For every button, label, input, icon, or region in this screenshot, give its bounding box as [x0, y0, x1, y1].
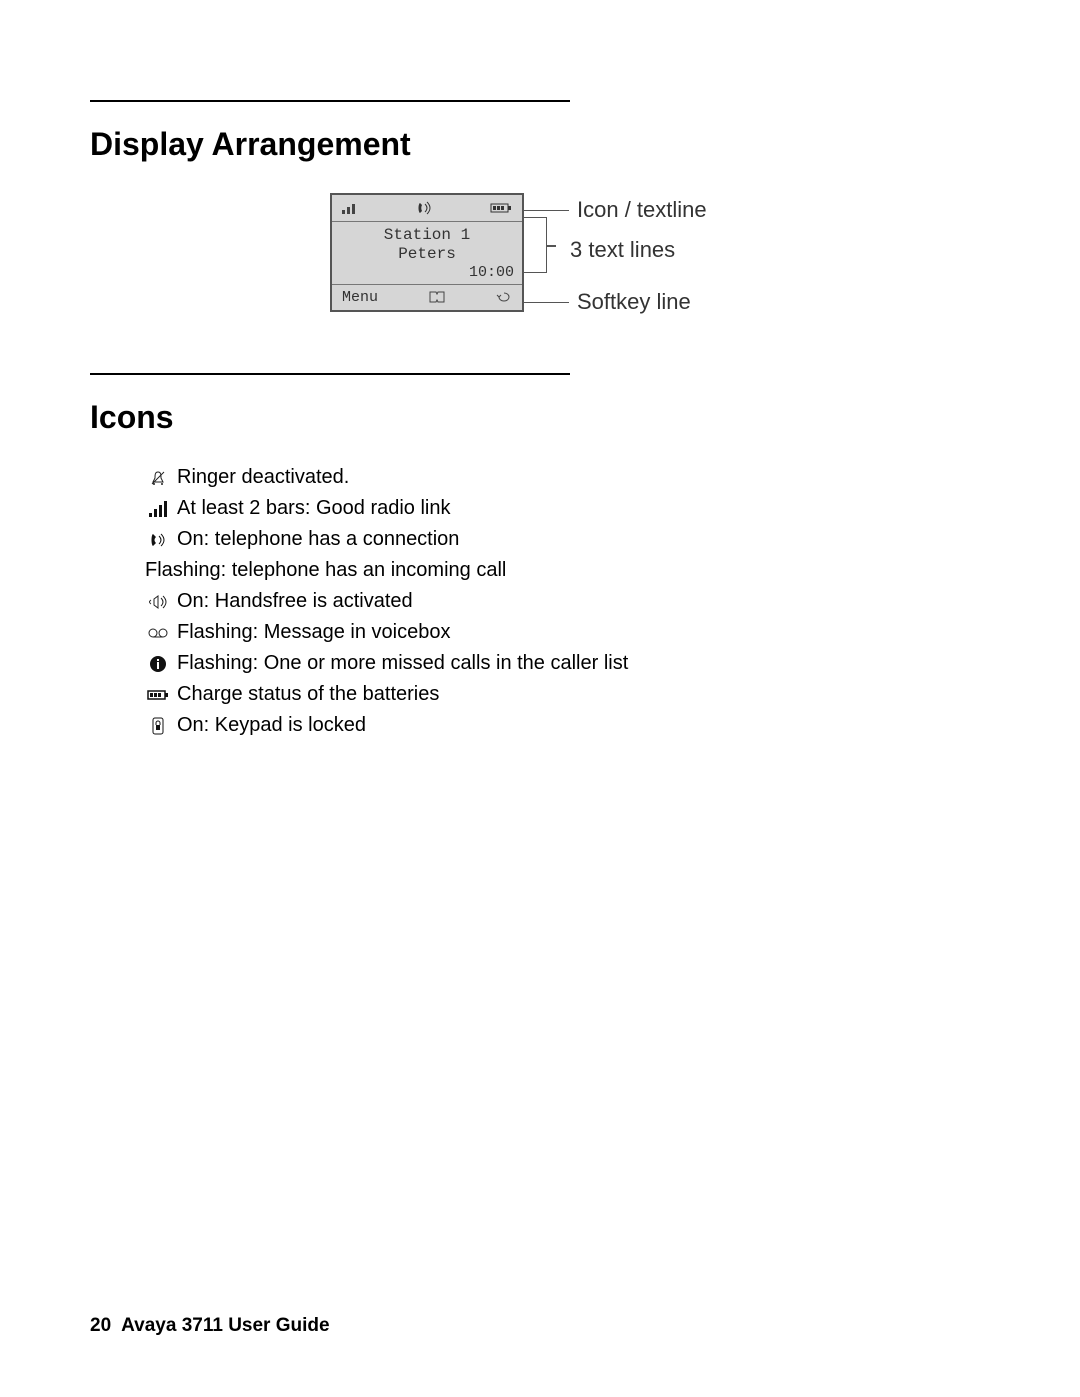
signal-bars-icon: [145, 498, 171, 519]
book-icon: [429, 289, 445, 306]
lcd-text-area: Station 1 Peters 10:00: [332, 222, 522, 285]
callout-iconline-label: Icon / textline: [577, 197, 707, 223]
footer-title: Avaya 3711 User Guide: [121, 1315, 329, 1336]
icon-desc-handsfree: On: Handsfree is activated: [177, 590, 413, 613]
battery-status-icon: [145, 684, 171, 705]
callout-textlines-label: 3 text lines: [570, 237, 675, 263]
lcd-screen: Station 1 Peters 10:00 Menu: [330, 193, 524, 312]
icon-row-lock: On: Keypad is locked: [145, 714, 990, 737]
callout-softkey: Softkey line: [524, 289, 691, 315]
icon-desc-signal: At least 2 bars: Good radio link: [177, 497, 450, 520]
icon-desc-flashing-call: Flashing: telephone has an incoming call: [145, 559, 506, 582]
callout-textlines: 3 text lines: [556, 237, 675, 263]
lcd-softkey-row: Menu: [332, 285, 522, 310]
softkey-menu: Menu: [342, 289, 378, 306]
icon-row-ringer: Ringer deactivated.: [145, 466, 990, 489]
battery-icon: [490, 199, 512, 217]
icon-desc-battery: Charge status of the batteries: [177, 683, 439, 706]
lcd-line2: Peters: [332, 245, 522, 264]
icons-list: Ringer deactivated. At least 2 bars: Goo…: [145, 466, 990, 737]
info-icon: [145, 653, 171, 674]
lcd-line1: Station 1: [332, 226, 522, 245]
display-arrangement-figure: Station 1 Peters 10:00 Menu Icon / textl…: [330, 193, 990, 313]
icon-row-flashing-call: Flashing: telephone has an incoming call: [145, 559, 990, 582]
callout-iconline: Icon / textline: [524, 197, 707, 223]
heading-icons: Icons: [90, 399, 990, 436]
icon-row-voicebox: Flashing: Message in voicebox: [145, 621, 990, 644]
icon-desc-lock: On: Keypad is locked: [177, 714, 366, 737]
icon-desc-handset: On: telephone has a connection: [177, 528, 459, 551]
icon-desc-voicebox: Flashing: Message in voicebox: [177, 621, 450, 644]
voicemail-icon: [145, 622, 171, 643]
icon-row-handsfree: On: Handsfree is activated: [145, 590, 990, 613]
speaker-icon: [145, 591, 171, 612]
handset-waves-icon: [145, 529, 171, 550]
callout-softkey-label: Softkey line: [577, 289, 691, 315]
handset-icon: [415, 199, 433, 217]
lcd-time: 10:00: [469, 263, 514, 282]
redial-icon: [496, 289, 512, 306]
section-rule: [90, 100, 570, 102]
icon-row-missed: Flashing: One or more missed calls in th…: [145, 652, 990, 675]
icon-row-battery: Charge status of the batteries: [145, 683, 990, 706]
icon-row-handset: On: telephone has a connection: [145, 528, 990, 551]
section-rule: [90, 373, 570, 375]
ringer-off-icon: [145, 467, 171, 488]
icon-desc-missed: Flashing: One or more missed calls in th…: [177, 652, 628, 675]
document-page: Display Arrangement Station 1 Peters 10:…: [0, 0, 1080, 1397]
signal-icon: [342, 199, 358, 217]
keypad-lock-icon: [145, 715, 171, 736]
lcd-icon-row: [332, 195, 522, 222]
page-footer: 20 Avaya 3711 User Guide: [90, 1315, 330, 1337]
icon-desc-ringer: Ringer deactivated.: [177, 466, 349, 489]
icon-row-signal: At least 2 bars: Good radio link: [145, 497, 990, 520]
callout-brace: [524, 217, 547, 273]
page-number: 20: [90, 1315, 111, 1336]
heading-display-arrangement: Display Arrangement: [90, 126, 990, 163]
callout-group: Icon / textline 3 text lines Softkey lin…: [524, 193, 784, 313]
